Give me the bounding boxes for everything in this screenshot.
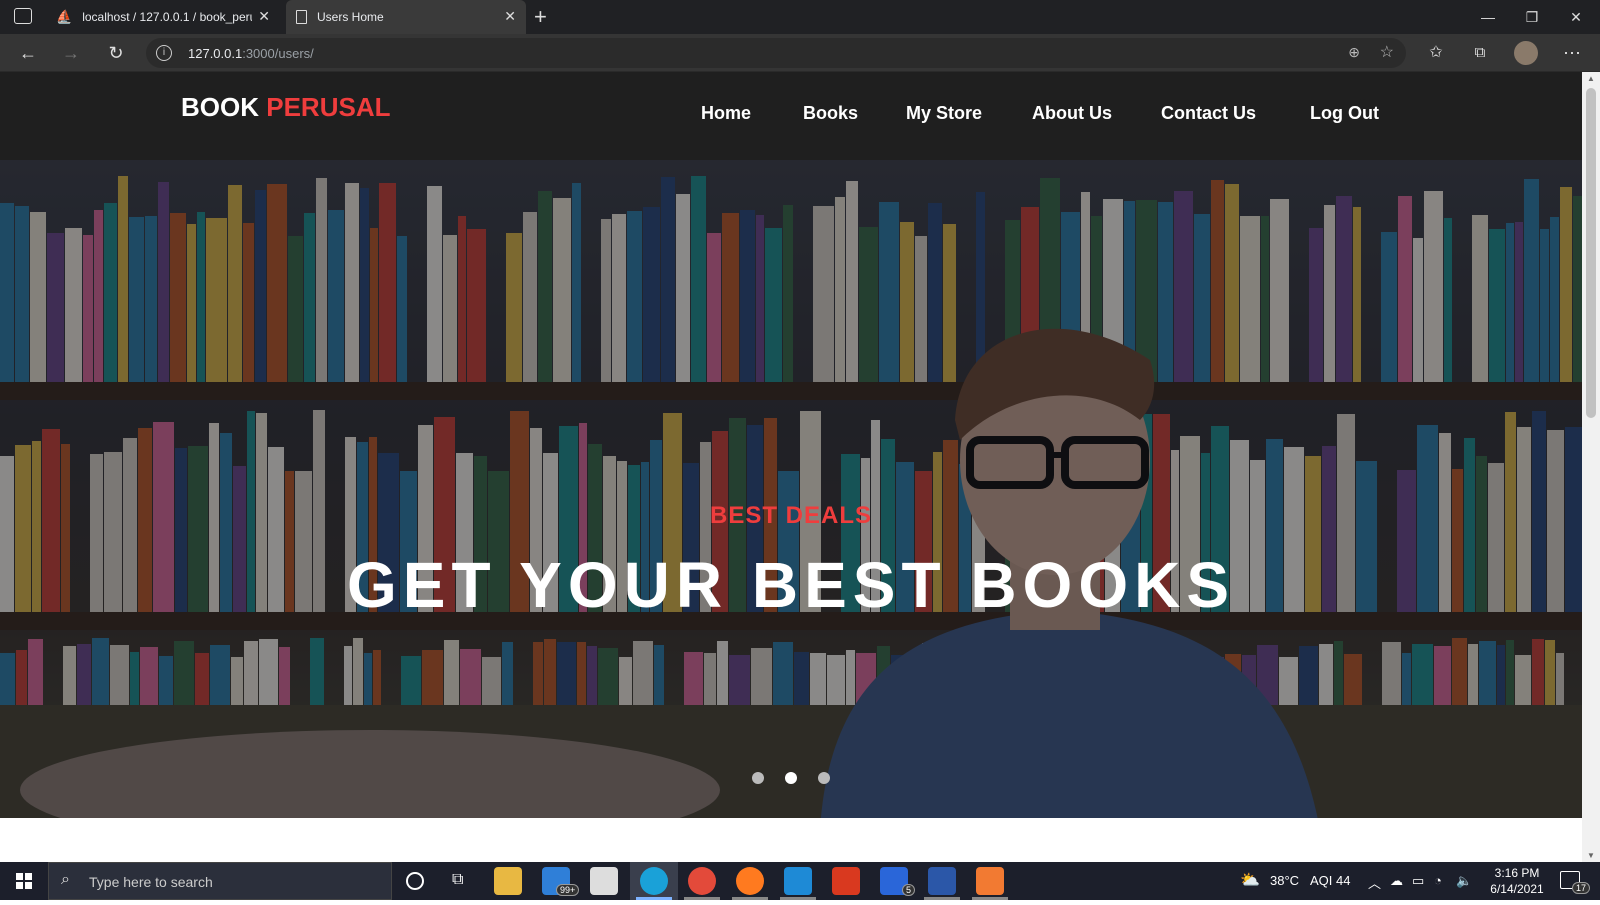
page-favicon-icon [296, 10, 307, 24]
collections-icon[interactable]: ⧉ [1464, 38, 1496, 68]
back-button[interactable]: ← [12, 38, 44, 68]
vscode-icon[interactable] [784, 867, 812, 895]
cortana-icon[interactable] [406, 872, 424, 890]
scrollbar-thumb[interactable] [1586, 88, 1596, 418]
forward-button[interactable]: → [55, 38, 87, 68]
xampp-icon[interactable] [976, 867, 1004, 895]
nav-about-us[interactable]: About Us [1032, 103, 1112, 124]
website: BOOK PERUSAL Home Books My Store About U… [0, 72, 1582, 862]
nav-home[interactable]: Home [701, 103, 751, 124]
tab-actions-icon[interactable] [14, 8, 32, 24]
tab-title: localhost / 127.0.0.1 / book_peru [82, 10, 253, 24]
zoom-icon[interactable]: ⊕ [1348, 44, 1360, 61]
nav-log-out[interactable]: Log Out [1310, 103, 1379, 124]
system-clock[interactable]: 3:16 PM 6/14/2021 [1480, 865, 1554, 897]
firefox-icon[interactable] [736, 867, 764, 895]
show-hidden-icons-icon[interactable]: ︿ [1368, 873, 1381, 892]
search-placeholder: Type here to search [89, 874, 213, 890]
tab-phpmyadmin[interactable]: ⛵ localhost / 127.0.0.1 / book_peru ✕ [46, 0, 280, 34]
hero-dark-overlay [0, 160, 1582, 818]
weather-temp[interactable]: 38°C [1270, 873, 1299, 888]
chrome-icon[interactable] [688, 867, 716, 895]
browser-tab-bar: ⛵ localhost / 127.0.0.1 / book_peru ✕ Us… [0, 0, 1600, 34]
battery-icon[interactable]: ▭ [1412, 873, 1424, 889]
close-icon[interactable]: ✕ [504, 8, 516, 25]
minimize-button[interactable]: — [1466, 4, 1510, 30]
office-icon[interactable] [832, 867, 860, 895]
start-button[interactable] [0, 862, 48, 900]
onedrive-icon[interactable]: ☁ [1390, 873, 1403, 889]
add-favorite-icon[interactable]: ☆ [1380, 42, 1394, 62]
nav-contact-us[interactable]: Contact Us [1161, 103, 1256, 124]
refresh-button[interactable]: ↻ [100, 38, 132, 68]
notification-count: 17 [1572, 882, 1591, 894]
edge-icon[interactable] [640, 867, 668, 895]
clock-time: 3:16 PM [1494, 866, 1540, 880]
carousel-dot-3[interactable] [818, 772, 830, 784]
new-tab-button[interactable]: + [534, 4, 547, 30]
favorites-icon[interactable]: ✩ [1420, 38, 1452, 68]
carousel-dot-1[interactable] [752, 772, 764, 784]
profile-avatar[interactable] [1514, 41, 1538, 65]
mail-badge: 99+ [556, 884, 580, 896]
phpmyadmin-favicon-icon: ⛵ [56, 9, 73, 24]
logo-perusal: PERUSAL [266, 92, 391, 122]
hero-carousel: BEST DEALS GET YOUR BEST BOOKS [0, 160, 1582, 818]
browser-toolbar: ← → ↻ i 127.0.0.1:3000/users/ ⊕ ☆ ✩ ⧉ ⋯ [0, 34, 1600, 72]
scroll-up-arrow-icon[interactable]: ▲ [1582, 74, 1600, 83]
address-bar[interactable]: i 127.0.0.1:3000/users/ ⊕ ☆ [146, 38, 1406, 68]
volume-icon[interactable]: 🔈 [1456, 873, 1472, 889]
file-explorer-icon[interactable] [494, 867, 522, 895]
site-logo[interactable]: BOOK PERUSAL [181, 92, 390, 123]
windows-taskbar: ⌕ Type here to search ⧉ 99+ 5 ⛅ 38°C AQI… [0, 862, 1600, 900]
taskbar-search[interactable]: ⌕ Type here to search [48, 862, 392, 900]
site-navbar: BOOK PERUSAL Home Books My Store About U… [0, 72, 1582, 160]
tab-users-home[interactable]: Users Home ✕ [286, 0, 526, 34]
close-icon[interactable]: ✕ [258, 8, 270, 25]
restore-button[interactable]: ❐ [1510, 4, 1554, 30]
page-scrollbar[interactable]: ▲ ▼ [1582, 72, 1600, 862]
hero-headline: GET YOUR BEST BOOKS [346, 549, 1236, 621]
clock-date: 6/14/2021 [1490, 882, 1544, 896]
close-window-button[interactable]: ✕ [1554, 4, 1598, 30]
tab-title: Users Home [317, 10, 384, 24]
carousel-dot-2[interactable] [785, 772, 797, 784]
logo-book: BOOK [181, 92, 259, 122]
settings-more-icon[interactable]: ⋯ [1556, 38, 1588, 68]
scroll-down-arrow-icon[interactable]: ▼ [1582, 851, 1600, 860]
hero-subtitle: BEST DEALS [709, 502, 872, 529]
search-icon: ⌕ [61, 871, 70, 888]
todo-badge: 5 [902, 884, 916, 896]
weather-icon[interactable]: ⛅ [1240, 870, 1260, 890]
task-view-icon[interactable]: ⧉ [452, 871, 463, 889]
windows-logo-icon [16, 873, 32, 889]
weather-aqi[interactable]: AQI 44 [1310, 873, 1350, 888]
nav-books[interactable]: Books [803, 103, 858, 124]
nav-my-store[interactable]: My Store [906, 103, 982, 124]
url-text[interactable]: 127.0.0.1:3000/users/ [188, 46, 314, 61]
word-icon[interactable] [928, 867, 956, 895]
store-icon[interactable] [590, 867, 618, 895]
wifi-icon[interactable]: ◔ [1434, 873, 1442, 888]
site-info-icon[interactable]: i [156, 45, 172, 61]
